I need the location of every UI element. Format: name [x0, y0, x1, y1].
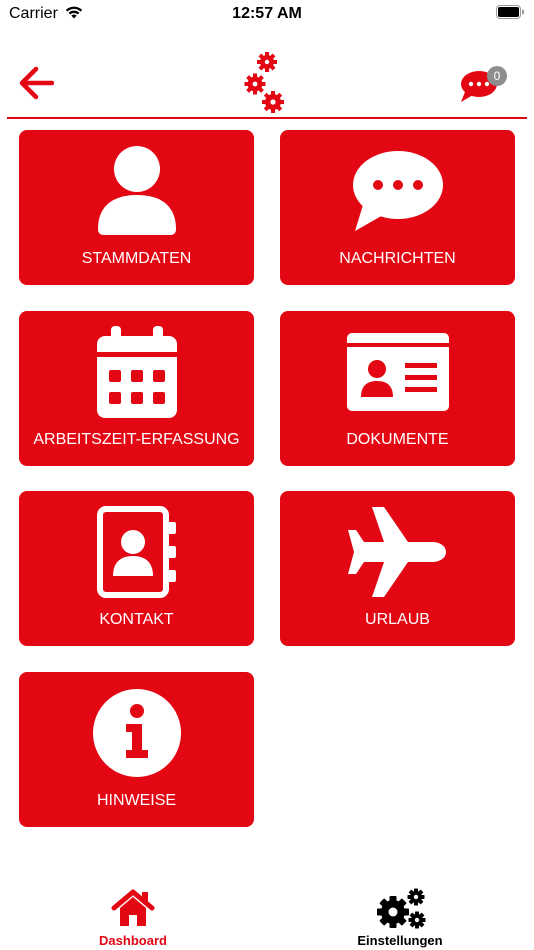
id-card-icon	[346, 333, 449, 411]
battery-icon	[496, 5, 524, 19]
header: 0	[0, 40, 534, 120]
airplane-icon	[347, 507, 446, 597]
messages-count-badge: 0	[487, 66, 507, 86]
status-time: 12:57 AM	[232, 5, 302, 22]
tile-urlaub[interactable]: URLAUB	[280, 491, 515, 646]
tab-einstellungen[interactable]: Einstellungen	[300, 880, 500, 950]
tile-label: DOKUMENTE	[346, 431, 449, 448]
tab-label: Einstellungen	[357, 933, 443, 948]
tile-arbeitszeit-erfassung[interactable]: ARBEITSZEIT-ERFASSUNG	[19, 311, 254, 466]
status-bar: Carrier 12:57 AM	[0, 0, 534, 30]
gears-icon	[377, 888, 426, 929]
tile-kontakt[interactable]: KONTAKT	[19, 491, 254, 646]
address-book-icon	[96, 506, 176, 598]
gears-logo-icon	[244, 52, 284, 113]
tile-label: NACHRICHTEN	[339, 250, 456, 267]
home-icon	[111, 889, 155, 926]
info-icon	[92, 689, 181, 777]
header-divider	[7, 117, 527, 119]
arrow-left-icon[interactable]	[18, 66, 54, 100]
tile-nachrichten[interactable]: NACHRICHTEN	[280, 130, 515, 285]
screen: Carrier 12:57 AM 0 STAMMDATEN NACHRICHTE…	[0, 0, 534, 950]
tab-label: Dashboard	[99, 933, 167, 948]
tile-stammdaten[interactable]: STAMMDATEN	[19, 130, 254, 285]
tile-label: ARBEITSZEIT-ERFASSUNG	[33, 431, 240, 448]
tile-label: KONTAKT	[99, 611, 174, 628]
tile-label: URLAUB	[365, 611, 430, 628]
person-icon	[97, 146, 176, 235]
speech-bubble-icon	[352, 151, 443, 231]
tile-dokumente[interactable]: DOKUMENTE	[280, 311, 515, 466]
messages-badge-button[interactable]: 0	[459, 66, 511, 106]
tile-label: HINWEISE	[96, 792, 177, 809]
tile-hinweise[interactable]: HINWEISE	[19, 672, 254, 827]
tab-dashboard[interactable]: Dashboard	[33, 880, 233, 950]
calendar-icon	[96, 326, 177, 418]
tab-bar: Dashboard Einstellungen	[0, 880, 534, 950]
tile-label: STAMMDATEN	[81, 250, 192, 267]
